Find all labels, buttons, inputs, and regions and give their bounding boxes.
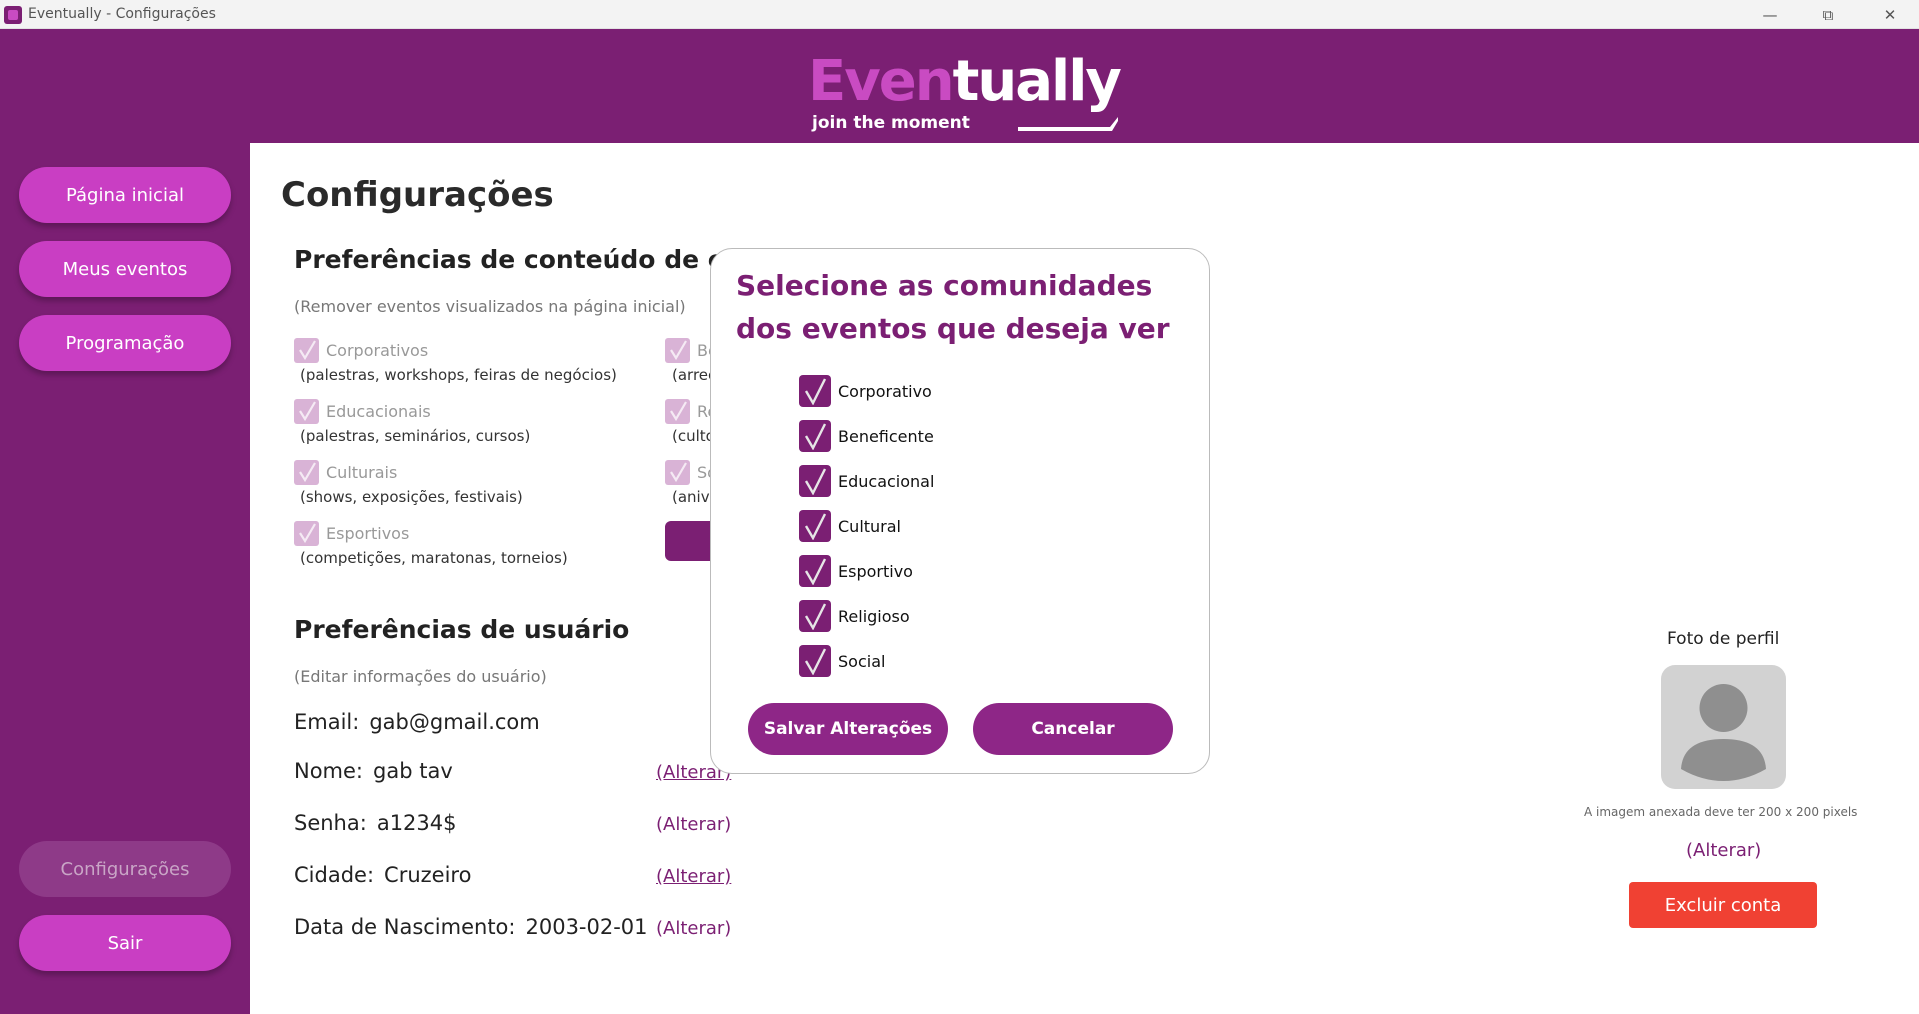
modal-checkbox-corporativo[interactable]: [799, 375, 831, 407]
modal-option-label: Educacional: [838, 472, 935, 491]
nome-field: Nome: gab tav: [294, 759, 453, 783]
page-title: Configurações: [281, 175, 554, 215]
cat-label: Corporativos: [326, 341, 429, 360]
alterar-senha-link[interactable]: (Alterar): [656, 814, 731, 835]
app-header: Eventually join the moment: [0, 29, 1919, 143]
modal-checkbox-beneficente[interactable]: [799, 420, 831, 452]
nav-meus-eventos-button[interactable]: Meus eventos: [19, 241, 231, 297]
modal-checkbox-educacional[interactable]: [799, 465, 831, 497]
profile-photo-hint: A imagem anexada deve ter 200 x 200 pixe…: [1584, 805, 1858, 819]
nascimento-field: Data de Nascimento: 2003-02-01: [294, 915, 648, 939]
window-title: Eventually - Configurações: [28, 6, 216, 22]
modal-option-label: Esportivo: [838, 562, 913, 581]
user-prefs-title: Preferências de usuário: [294, 615, 630, 644]
cat-label: Culturais: [326, 463, 398, 482]
content-prefs-hint: (Remover eventos visualizados na página …: [294, 297, 686, 316]
communities-modal: Selecione as comunidades dos eventos que…: [710, 248, 1210, 774]
cat-label: Esportivos: [326, 524, 410, 543]
checkbox-beneficentes[interactable]: [665, 338, 690, 363]
modal-option-label: Corporativo: [838, 382, 932, 401]
modal-checkbox-cultural[interactable]: [799, 510, 831, 542]
eventually-logo: Eventually join the moment: [808, 47, 1122, 137]
user-prefs-hint: (Editar informações do usuário): [294, 667, 547, 686]
modal-title: Selecione as comunidades dos eventos que…: [736, 269, 1170, 345]
modal-option-label: Religioso: [838, 607, 910, 626]
logo-word-b: tually: [952, 49, 1122, 114]
avatar-icon[interactable]: [1661, 665, 1786, 789]
nav-sair-button[interactable]: Sair: [19, 915, 231, 971]
nav-programacao-button[interactable]: Programação: [19, 315, 231, 371]
modal-option-label: Social: [838, 652, 886, 671]
close-icon[interactable]: ✕: [1862, 0, 1918, 29]
checkbox-educacionais[interactable]: [294, 399, 319, 424]
save-changes-button[interactable]: Salvar Alterações: [748, 703, 948, 755]
logo-tagline: join the moment: [812, 113, 970, 133]
checkbox-corporativos[interactable]: [294, 338, 319, 363]
modal-option-label: Beneficente: [838, 427, 934, 446]
checkbox-sociais[interactable]: [665, 460, 690, 485]
profile-photo-label: Foto de perfil: [1667, 629, 1780, 649]
modal-checkbox-social[interactable]: [799, 645, 831, 677]
cancel-button[interactable]: Cancelar: [973, 703, 1173, 755]
restore-icon[interactable]: ⧉: [1800, 0, 1856, 29]
senha-field: Senha: a1234$: [294, 811, 457, 835]
alterar-cidade-link[interactable]: (Alterar): [656, 866, 731, 887]
sidebar: Página inicial Meus eventos Programação …: [0, 143, 250, 1014]
cat-desc: (competições, maratonas, torneios): [300, 549, 568, 567]
cat-desc: (palestras, seminários, cursos): [300, 427, 531, 445]
app-icon: [4, 6, 22, 24]
nav-configuracoes-button[interactable]: Configurações: [19, 841, 231, 897]
minimize-icon[interactable]: —: [1742, 0, 1798, 29]
cidade-field: Cidade: Cruzeiro: [294, 863, 472, 887]
alterar-foto-link[interactable]: (Alterar): [1686, 840, 1761, 861]
cat-desc: (culto: [672, 427, 715, 445]
content-prefs-button[interactable]: [665, 521, 715, 561]
content-prefs-title: Preferências de conteúdo de com: [294, 245, 766, 274]
window-titlebar: Eventually - Configurações — ⧉ ✕: [0, 0, 1919, 29]
cat-desc: (shows, exposições, festivais): [300, 488, 523, 506]
checkbox-religiosos[interactable]: [665, 399, 690, 424]
cat-label: Educacionais: [326, 402, 431, 421]
checkbox-culturais[interactable]: [294, 460, 319, 485]
cat-desc: (palestras, workshops, feiras de negócio…: [300, 366, 617, 384]
modal-option-label: Cultural: [838, 517, 901, 536]
excluir-conta-button[interactable]: Excluir conta: [1629, 882, 1817, 928]
modal-checkbox-religioso[interactable]: [799, 600, 831, 632]
alterar-nascimento-link[interactable]: (Alterar): [656, 918, 731, 939]
nav-pagina-inicial-button[interactable]: Página inicial: [19, 167, 231, 223]
checkbox-esportivos[interactable]: [294, 521, 319, 546]
logo-swoosh-icon: [1018, 117, 1118, 131]
modal-checkbox-esportivo[interactable]: [799, 555, 831, 587]
email-field: Email: gab@gmail.com: [294, 710, 540, 734]
logo-word-a: Even: [808, 49, 955, 114]
